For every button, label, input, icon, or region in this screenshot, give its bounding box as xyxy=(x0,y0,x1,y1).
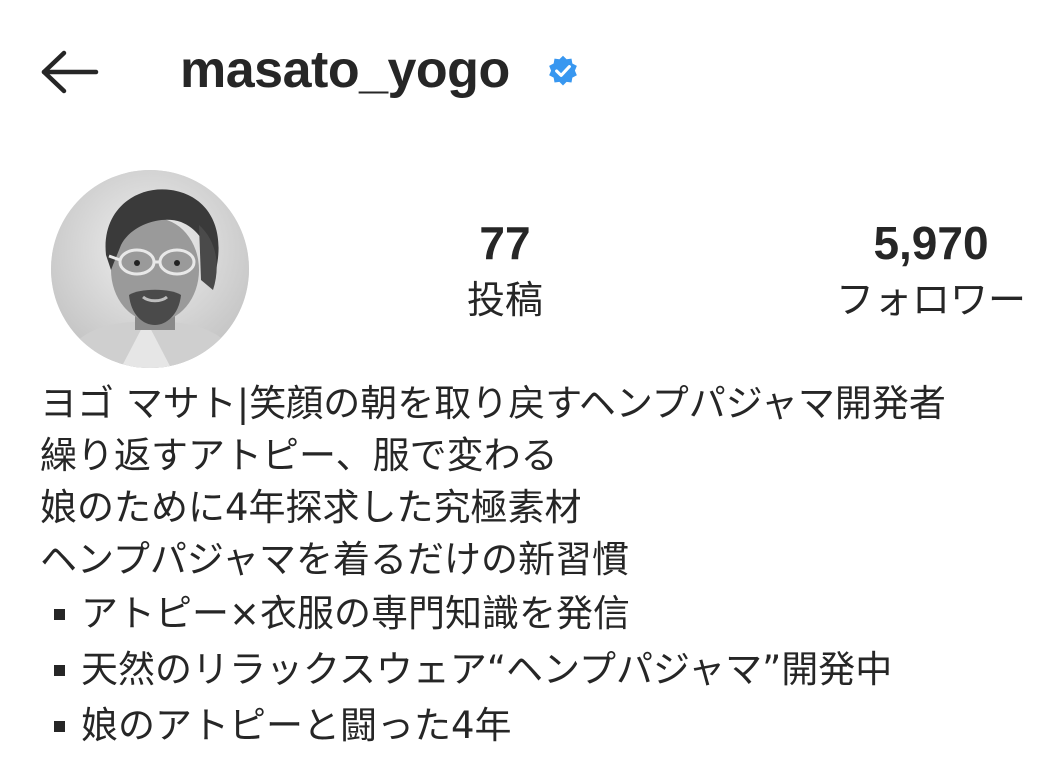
followers-label: フォロワー xyxy=(835,278,1026,322)
bio-bullet-text: 天然のリラックスウェア“ヘンプパジャマ”開発中 xyxy=(81,648,893,691)
verified-badge-icon xyxy=(546,54,580,88)
bio-line: 娘のために4年探求した究極素材 xyxy=(40,486,582,529)
arrow-left-icon xyxy=(41,50,99,94)
profile-page: masato_yogo 77 投稿 5,970 フォロワー ヨゴ マサト|笑顔の… xyxy=(0,0,1040,780)
profile-username: masato_yogo xyxy=(180,41,510,99)
profile-bio: ヨゴ マサト|笑顔の朝を取り戻すヘンプパジャマ開発者 繰り返すアトピー、服で変わ… xyxy=(40,378,1030,754)
profile-avatar[interactable] xyxy=(51,170,249,368)
bio-bullet-text: アトピー×衣服の専門知識を発信 xyxy=(81,592,631,635)
posts-count: 77 xyxy=(479,217,531,269)
bio-line: 繰り返すアトピー、服で変わる xyxy=(40,434,558,477)
bio-bullet-item: アトピー×衣服の専門知識を発信 xyxy=(40,586,1030,642)
bio-line: ヘンプパジャマを着るだけの新習慣 xyxy=(40,538,630,581)
back-button[interactable] xyxy=(40,48,100,96)
bio-bullet-text: 娘のアトピーと闘った4年 xyxy=(81,704,512,747)
bio-bullet-item: 娘のアトピーと闘った4年 xyxy=(40,698,1030,754)
bullet-square-icon xyxy=(54,664,65,676)
followers-count: 5,970 xyxy=(873,217,989,269)
bio-bullet-item: 天然のリラックスウェア“ヘンプパジャマ”開発中 xyxy=(40,642,1030,698)
bullet-square-icon xyxy=(54,608,65,620)
bullet-square-icon xyxy=(54,720,65,732)
followers-stat[interactable]: 5,970 フォロワー xyxy=(826,216,1036,324)
posts-stat[interactable]: 77 投稿 xyxy=(430,216,580,324)
bio-line: ヨゴ マサト|笑顔の朝を取り戻すヘンプパジャマ開発者 xyxy=(40,382,946,425)
posts-label: 投稿 xyxy=(466,278,543,322)
